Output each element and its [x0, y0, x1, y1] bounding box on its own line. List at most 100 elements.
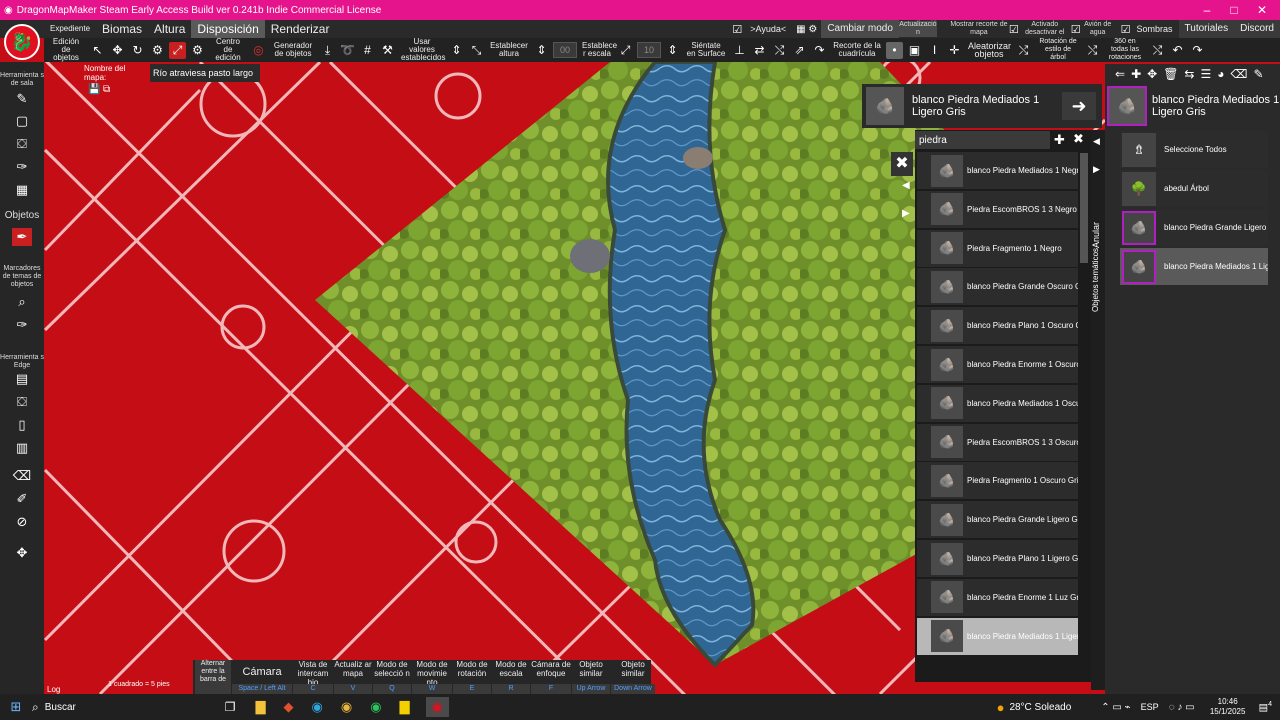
scale-tool-icon[interactable]: ⤢: [617, 42, 634, 59]
scale-icon[interactable]: ⤢: [169, 41, 186, 59]
arrow-right-icon[interactable]: ➜: [1062, 92, 1096, 120]
search-result-item[interactable]: 🪨 blanco Piedra Enorme 1 Oscuro Gris: [917, 346, 1078, 383]
themed-objects-tab[interactable]: Objetos temáticos: [1091, 232, 1105, 312]
close-icon[interactable]: ✖: [1073, 131, 1084, 147]
water-plane-toggle[interactable]: Avión de agua: [1081, 21, 1115, 37]
marker-search-icon[interactable]: ⌕: [12, 293, 32, 311]
object-brush-icon[interactable]: ✒: [12, 228, 32, 246]
shortcut-item[interactable]: Modo de movimie nto W: [412, 660, 452, 694]
shortcut-item[interactable]: Modo de selecció n Q: [373, 660, 411, 694]
shadows-toggle[interactable]: Sombras: [1131, 20, 1179, 38]
shortcut-item[interactable]: Modo de escala R: [492, 660, 530, 694]
dragonmapmaker-taskbar-icon[interactable]: ◉: [425, 697, 449, 717]
notes-icon[interactable]: ▇: [400, 699, 410, 715]
discord-button[interactable]: Discord: [1234, 20, 1280, 38]
search-result-item[interactable]: 🪨 Piedra EscomBROS 1 3 Negro: [917, 190, 1078, 228]
bucket-icon[interactable]: ⛋: [12, 135, 32, 153]
close-panel-icon[interactable]: ✖: [891, 152, 913, 176]
resize-icon[interactable]: ⤡: [468, 42, 485, 59]
download-icon[interactable]: ⤓: [319, 42, 336, 59]
scale-field[interactable]: 10: [637, 42, 661, 58]
brush-icon[interactable]: ✎: [12, 90, 32, 108]
search-result-item[interactable]: 🪨 blanco Piedra Plano 1 Oscuro Gris: [917, 307, 1078, 345]
pointer-icon[interactable]: ↖: [89, 42, 106, 59]
right-selected-thumb[interactable]: 🪨: [1107, 86, 1147, 126]
weather-text[interactable]: 28°C Soleado: [1009, 702, 1071, 713]
search-result-item[interactable]: 🪨 blanco Piedra Plano 1 Ligero Gris: [917, 540, 1078, 577]
system-tray-icons[interactable]: ◌ ♪ ▭: [1169, 702, 1195, 713]
add-icon[interactable]: ✚: [1054, 132, 1065, 148]
close-button[interactable]: ✕: [1245, 0, 1279, 20]
shuffle-icon[interactable]: ⤭: [1149, 42, 1166, 59]
shuffle-icon[interactable]: ⤭: [1084, 42, 1101, 59]
settings-icon[interactable]: ⚙: [189, 42, 206, 59]
move-icon[interactable]: ✥: [1147, 67, 1157, 81]
gear-icon[interactable]: ⚙: [149, 42, 166, 59]
marker-pen-icon[interactable]: ✑: [12, 316, 32, 334]
door-icon[interactable]: ▯: [12, 416, 32, 434]
placed-object-item[interactable]: 🌳 abedul Árbol: [1120, 170, 1268, 207]
checkbox-icon[interactable]: ☑: [1121, 23, 1131, 36]
height-field[interactable]: 00: [553, 42, 577, 58]
search-result-item[interactable]: 🪨 blanco Piedra Mediados 1 Oscuro Gris: [917, 384, 1078, 422]
language[interactable]: ESP: [1141, 702, 1159, 712]
shortcut-item[interactable]: Cámara de enfoque F: [531, 660, 571, 694]
shortcut-item[interactable]: Objeto similar Down Arrow: [611, 660, 655, 694]
shuffle-icon[interactable]: ⤭: [1015, 42, 1032, 59]
chrome-icon[interactable]: ◉: [341, 699, 352, 715]
flip-icon[interactable]: ⇄: [751, 42, 768, 59]
scrollbar[interactable]: [1080, 153, 1088, 263]
list-icon[interactable]: ☰: [1200, 67, 1211, 81]
search-result-item[interactable]: 🪨 Piedra Fragmento 1 Negro: [917, 229, 1078, 267]
tray-icons[interactable]: ⌃ ▭ ⌁: [1101, 702, 1130, 713]
redo-icon[interactable]: ↷: [1189, 42, 1206, 59]
chevron-right-icon[interactable]: ▶: [1093, 164, 1100, 175]
swap-icon[interactable]: ⇆: [1184, 67, 1194, 81]
search-result-item[interactable]: 🪨 blanco Piedra Mediados 1 Negro: [917, 152, 1078, 189]
wand-icon[interactable]: ⚒: [379, 42, 396, 59]
show-map-cut-toggle[interactable]: Mostrar recorte de mapa: [949, 21, 1009, 37]
move-icon[interactable]: ✥: [109, 42, 126, 59]
search-result-item[interactable]: 🪨 blanco Piedra Grande Oscuro Gris: [917, 268, 1078, 306]
ground-icon[interactable]: ⊥: [731, 42, 748, 59]
search-result-item[interactable]: 🪨 blanco Piedra Mediados 1 Ligero Gris: [917, 617, 1078, 655]
updown-icon[interactable]: ⇕: [533, 42, 550, 59]
search-icon[interactable]: ⌕: [32, 700, 39, 715]
task-view-icon[interactable]: ❐: [225, 700, 236, 714]
updown-icon[interactable]: ⇕: [448, 42, 465, 59]
edge-bucket-icon[interactable]: ⛋: [12, 393, 32, 411]
app-logo[interactable]: 🐉: [4, 24, 40, 60]
tutorials-button[interactable]: Tutoriales: [1178, 20, 1235, 38]
eraser-brush-icon[interactable]: ✐: [12, 490, 32, 508]
clock[interactable]: 10:46 15/1/2025: [1205, 697, 1251, 717]
eraser-icon[interactable]: ⌫: [12, 467, 32, 485]
target-icon[interactable]: ◎: [250, 42, 267, 59]
wall-icon[interactable]: ▥: [12, 439, 32, 457]
rotate-arrow-icon[interactable]: ↷: [811, 42, 828, 59]
log-button[interactable]: Log: [47, 685, 60, 694]
update-button[interactable]: Actualizació n: [898, 21, 937, 37]
taskbar-search[interactable]: Buscar: [45, 702, 165, 713]
search-result-item[interactable]: 🪨 Piedra Fragmento 1 Oscuro Gris: [917, 462, 1078, 500]
text-cursor-icon[interactable]: I: [926, 42, 943, 59]
collapse-icon[interactable]: ⇐: [1115, 67, 1125, 81]
move-all-icon[interactable]: ✥: [12, 544, 32, 562]
no-edit-icon[interactable]: ⊘: [12, 513, 32, 531]
file-menu[interactable]: Expediente: [44, 20, 96, 38]
search-result-item[interactable]: 🪨 Piedra EscomBROS 1 3 Oscuro Gris: [917, 423, 1078, 461]
search-input[interactable]: [915, 131, 1050, 149]
view-toggle-icons[interactable]: ▦ ⚙: [792, 24, 821, 35]
dot-icon[interactable]: •: [886, 41, 903, 59]
color-icon[interactable]: ◕: [1217, 67, 1224, 81]
square-tool-icon[interactable]: ▢: [12, 112, 32, 130]
change-mode-button[interactable]: Cambiar modo: [821, 20, 899, 38]
shuffle-icon[interactable]: ⤭: [771, 42, 788, 59]
placed-object-item[interactable]: 🪨 blanco Piedra Grande Ligero Gris: [1120, 209, 1268, 246]
search-result-item[interactable]: 🪨 blanco Piedra Grande Ligero Gris: [917, 501, 1078, 539]
export-icon[interactable]: ⇗: [791, 42, 808, 59]
delete-icon[interactable]: 🗑: [1163, 67, 1178, 81]
chevron-right-icon[interactable]: ▶: [902, 208, 910, 219]
copy-icon[interactable]: ⧉: [103, 84, 110, 95]
save-icon[interactable]: 💾: [88, 84, 100, 95]
placed-object-item[interactable]: 🪨 blanco Piedra Mediados 1 Ligero Gris: [1120, 248, 1268, 285]
